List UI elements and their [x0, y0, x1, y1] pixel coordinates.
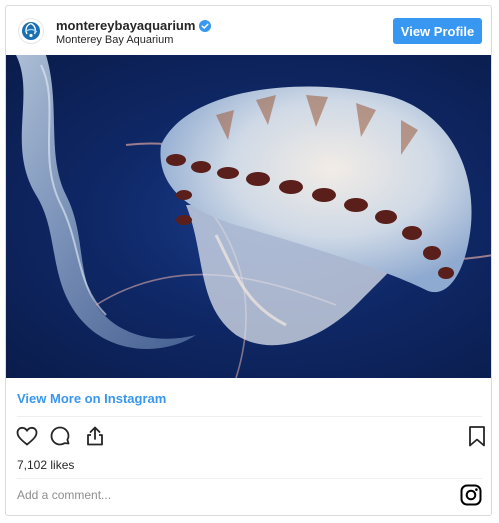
full-name: Monterey Bay Aquarium [56, 34, 174, 46]
jellyfish-photo [16, 55, 491, 378]
bookmark-icon[interactable] [466, 424, 488, 453]
divider [17, 416, 482, 417]
post-image[interactable] [6, 55, 491, 378]
username-row: montereybayaquarium [56, 18, 212, 33]
post-header: montereybayaquarium Monterey Bay Aquariu… [6, 6, 491, 56]
likes-count[interactable]: 7,102 likes [17, 458, 74, 472]
post-actions [15, 424, 485, 450]
aquarium-logo-icon [22, 22, 40, 40]
share-icon[interactable] [83, 424, 107, 453]
avatar[interactable] [18, 18, 44, 44]
view-profile-button[interactable]: View Profile [393, 18, 482, 44]
username-link[interactable]: montereybayaquarium [56, 18, 195, 33]
verified-badge-icon [199, 19, 212, 32]
instagram-icon[interactable] [460, 484, 482, 511]
comment-icon[interactable] [48, 424, 72, 453]
heart-icon[interactable] [15, 424, 39, 453]
divider [17, 478, 482, 479]
instagram-embed-card: montereybayaquarium Monterey Bay Aquariu… [5, 5, 492, 516]
comment-input[interactable] [17, 488, 447, 502]
view-more-on-instagram-link[interactable]: View More on Instagram [17, 391, 166, 406]
